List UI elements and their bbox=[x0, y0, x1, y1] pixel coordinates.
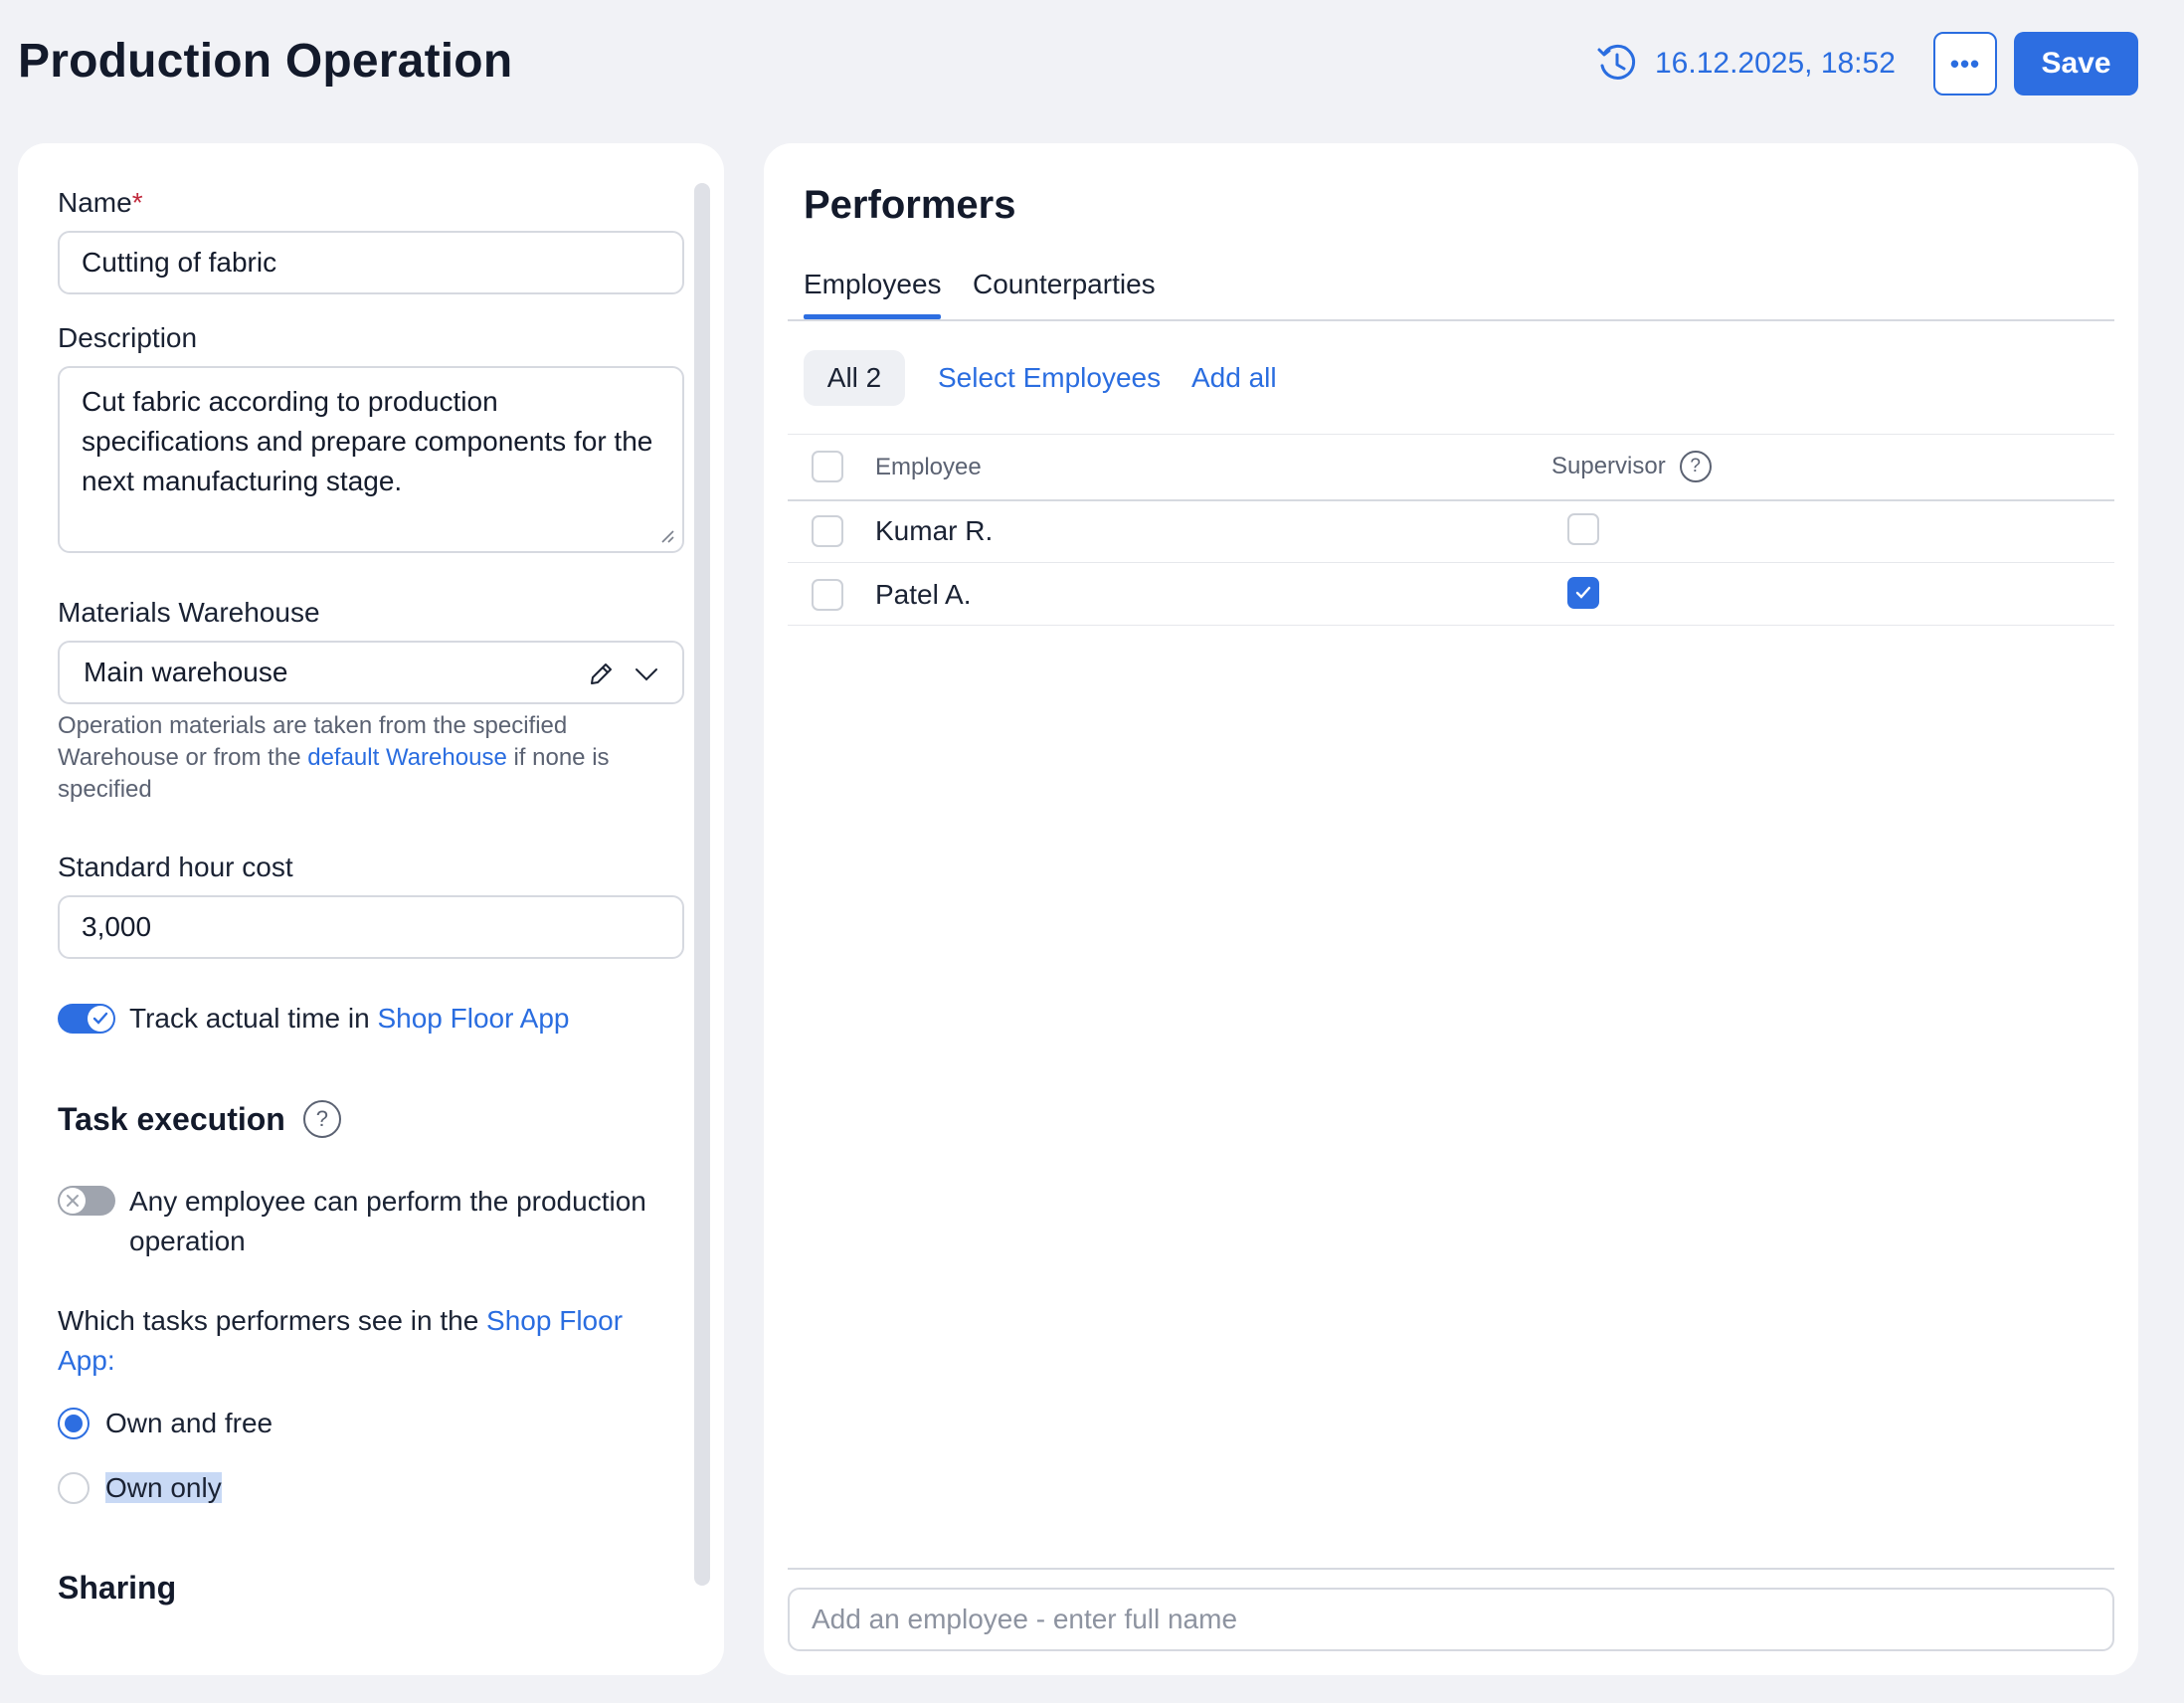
filter-all-chip[interactable]: All 2 bbox=[804, 350, 905, 406]
supervisor-column-header: Supervisor ? bbox=[1551, 451, 1712, 482]
description-textarea[interactable]: Cut fabric according to production speci… bbox=[58, 366, 684, 553]
row-select-checkbox[interactable] bbox=[812, 515, 843, 547]
toggle-check-icon bbox=[88, 1006, 113, 1032]
supervisor-help-icon[interactable]: ? bbox=[1679, 451, 1712, 482]
warehouse-hint: Operation materials are taken from the s… bbox=[58, 712, 610, 803]
save-button[interactable]: Save bbox=[2014, 32, 2138, 95]
name-label: Name* bbox=[58, 187, 143, 218]
any-employee-toggle[interactable] bbox=[58, 1186, 115, 1216]
task-execution-title: Task execution bbox=[58, 1100, 285, 1137]
task-execution-help-icon[interactable]: ? bbox=[302, 1100, 341, 1138]
supervisor-checkbox-checked[interactable] bbox=[1567, 577, 1599, 609]
toggle-x-icon bbox=[60, 1188, 86, 1214]
row-select-checkbox[interactable] bbox=[812, 579, 843, 611]
standard-hour-cost-label: Standard hour cost bbox=[58, 852, 293, 882]
supervisor-header-label: Supervisor bbox=[1551, 453, 1666, 479]
select-employees-link[interactable]: Select Employees bbox=[938, 362, 1161, 394]
performers-title: Performers bbox=[804, 183, 1016, 227]
radio-own-and-free-label[interactable]: Own and free bbox=[105, 1404, 273, 1443]
footer-divider bbox=[788, 1568, 2114, 1570]
checkmark-icon bbox=[1575, 586, 1591, 599]
radio-own-and-free[interactable] bbox=[58, 1408, 90, 1439]
page-title: Production Operation bbox=[18, 35, 513, 88]
materials-warehouse-label: Materials Warehouse bbox=[58, 597, 320, 628]
employee-name: Patel A. bbox=[875, 579, 972, 610]
name-input[interactable]: Cutting of fabric bbox=[58, 231, 684, 294]
timestamp-text: 16.12.2025, 18:52 bbox=[1655, 47, 1896, 80]
row-divider bbox=[788, 625, 2114, 626]
shop-floor-app-link[interactable]: Shop Floor App bbox=[377, 1003, 569, 1034]
left-panel-scrollbar[interactable] bbox=[694, 183, 710, 1586]
description-text: Cut fabric according to production speci… bbox=[82, 386, 653, 496]
history-timestamp[interactable]: 16.12.2025, 18:52 bbox=[1595, 42, 1896, 86]
track-time-label: Track actual time in Shop Floor App bbox=[129, 1003, 570, 1034]
resize-grip-icon[interactable] bbox=[658, 527, 674, 543]
track-time-toggle[interactable] bbox=[58, 1004, 115, 1034]
employee-name: Kumar R. bbox=[875, 515, 994, 546]
sharing-title: Sharing bbox=[58, 1570, 177, 1606]
table-header-divider bbox=[788, 499, 2114, 501]
tab-employees[interactable]: Employees bbox=[804, 269, 942, 300]
task-execution-header: Task execution ? bbox=[58, 1100, 341, 1138]
history-clock-icon bbox=[1597, 44, 1636, 80]
standard-hour-cost-input[interactable]: 3,000 bbox=[58, 895, 684, 959]
row-divider bbox=[788, 562, 2114, 563]
add-all-link[interactable]: Add all bbox=[1191, 362, 1277, 394]
tabs-divider bbox=[788, 319, 2114, 321]
radio-own-only-label[interactable]: Own only bbox=[105, 1468, 222, 1508]
add-employee-input[interactable]: Add an employee - enter full name bbox=[788, 1588, 2114, 1651]
any-employee-label: Any employee can perform the production … bbox=[129, 1186, 646, 1256]
which-tasks-text: Which tasks performers see in the Shop F… bbox=[58, 1305, 624, 1376]
required-mark: * bbox=[131, 187, 143, 218]
chevron-down-icon[interactable] bbox=[633, 662, 660, 686]
radio-own-only[interactable] bbox=[58, 1472, 90, 1504]
materials-warehouse-value: Main warehouse bbox=[84, 657, 288, 687]
tab-counterparties[interactable]: Counterparties bbox=[973, 269, 1156, 300]
select-all-checkbox[interactable] bbox=[812, 451, 843, 482]
materials-warehouse-select[interactable]: Main warehouse bbox=[58, 641, 684, 704]
edit-pencil-icon[interactable] bbox=[587, 661, 615, 688]
description-label: Description bbox=[58, 322, 198, 353]
more-actions-button[interactable]: ••• bbox=[1933, 32, 1997, 95]
default-warehouse-link[interactable]: default Warehouse bbox=[307, 744, 507, 771]
employee-column-header: Employee bbox=[875, 454, 982, 480]
table-top-divider bbox=[788, 434, 2114, 435]
supervisor-checkbox[interactable] bbox=[1567, 513, 1599, 545]
